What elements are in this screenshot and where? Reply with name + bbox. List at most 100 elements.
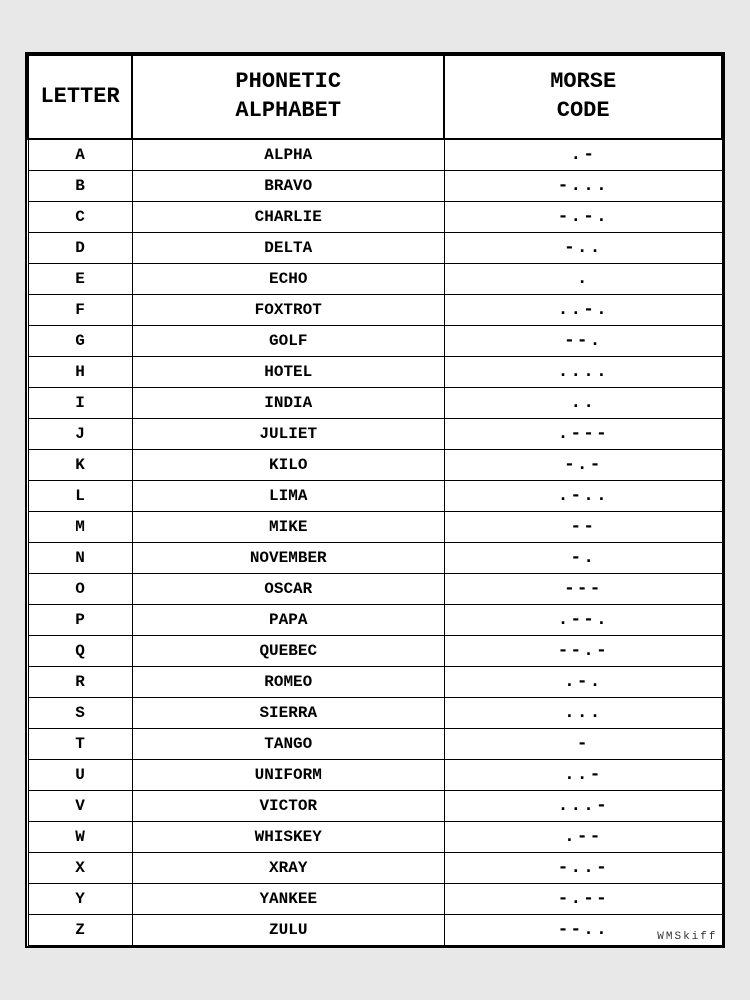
- cell-morse: -...: [444, 170, 722, 201]
- cell-phonetic: KILO: [132, 449, 444, 480]
- table-row: MMIKE--: [28, 511, 722, 542]
- cell-phonetic: ECHO: [132, 263, 444, 294]
- cell-phonetic: NOVEMBER: [132, 542, 444, 573]
- cell-phonetic: MIKE: [132, 511, 444, 542]
- table-row: WWHISKEY.--: [28, 821, 722, 852]
- table-row: QQUEBEC--.-: [28, 635, 722, 666]
- table-row: NNOVEMBER-.: [28, 542, 722, 573]
- cell-phonetic: HOTEL: [132, 356, 444, 387]
- cell-morse: --.-: [444, 635, 722, 666]
- cell-phonetic: XRAY: [132, 852, 444, 883]
- cell-morse: ..-: [444, 759, 722, 790]
- cell-letter: F: [28, 294, 132, 325]
- cell-letter: I: [28, 387, 132, 418]
- table-row: YYANKEE-.--: [28, 883, 722, 914]
- cell-phonetic: SIERRA: [132, 697, 444, 728]
- cell-letter: V: [28, 790, 132, 821]
- cell-morse: ....: [444, 356, 722, 387]
- cell-morse: .-..: [444, 480, 722, 511]
- cell-phonetic: UNIFORM: [132, 759, 444, 790]
- table-row: IINDIA..: [28, 387, 722, 418]
- main-container: LETTER PHONETICALPHABET MORSECODE AALPHA…: [25, 52, 725, 947]
- cell-morse: ...: [444, 697, 722, 728]
- cell-letter: K: [28, 449, 132, 480]
- cell-morse: ..-.: [444, 294, 722, 325]
- cell-letter: P: [28, 604, 132, 635]
- cell-morse: -.-.: [444, 201, 722, 232]
- table-row: KKILO-.-: [28, 449, 722, 480]
- table-row: OOSCAR---: [28, 573, 722, 604]
- table-row: AALPHA.-: [28, 139, 722, 171]
- cell-letter: A: [28, 139, 132, 171]
- cell-phonetic: TANGO: [132, 728, 444, 759]
- table-row: ZZULU--..WMSkiff: [28, 914, 722, 945]
- cell-phonetic: OSCAR: [132, 573, 444, 604]
- cell-morse: -: [444, 728, 722, 759]
- table-row: EECHO.: [28, 263, 722, 294]
- cell-phonetic: CHARLIE: [132, 201, 444, 232]
- cell-letter: R: [28, 666, 132, 697]
- cell-letter: S: [28, 697, 132, 728]
- cell-phonetic: BRAVO: [132, 170, 444, 201]
- cell-letter: Y: [28, 883, 132, 914]
- cell-phonetic: FOXTROT: [132, 294, 444, 325]
- cell-letter: L: [28, 480, 132, 511]
- cell-phonetic: ZULU: [132, 914, 444, 945]
- table-row: VVICTOR...-: [28, 790, 722, 821]
- table-row: CCHARLIE-.-.: [28, 201, 722, 232]
- cell-morse: .--.: [444, 604, 722, 635]
- table-row: HHOTEL....: [28, 356, 722, 387]
- morse-code-table: LETTER PHONETICALPHABET MORSECODE AALPHA…: [27, 54, 723, 945]
- table-row: XXRAY-..-: [28, 852, 722, 883]
- cell-phonetic: JULIET: [132, 418, 444, 449]
- table-row: JJULIET.---: [28, 418, 722, 449]
- cell-phonetic: QUEBEC: [132, 635, 444, 666]
- cell-morse: ..: [444, 387, 722, 418]
- cell-morse: .--: [444, 821, 722, 852]
- cell-phonetic: ALPHA: [132, 139, 444, 171]
- cell-phonetic: YANKEE: [132, 883, 444, 914]
- cell-letter: E: [28, 263, 132, 294]
- table-row: LLIMA.-..: [28, 480, 722, 511]
- cell-letter: N: [28, 542, 132, 573]
- table-row: PPAPA.--.: [28, 604, 722, 635]
- cell-morse: -.: [444, 542, 722, 573]
- cell-morse: -.-: [444, 449, 722, 480]
- cell-morse: .-.: [444, 666, 722, 697]
- cell-letter: Z: [28, 914, 132, 945]
- table-row: RROMEO.-.: [28, 666, 722, 697]
- cell-letter: M: [28, 511, 132, 542]
- cell-morse: .: [444, 263, 722, 294]
- cell-phonetic: ROMEO: [132, 666, 444, 697]
- header-morse: MORSECODE: [444, 55, 722, 138]
- cell-letter: T: [28, 728, 132, 759]
- cell-phonetic: PAPA: [132, 604, 444, 635]
- cell-phonetic: VICTOR: [132, 790, 444, 821]
- table-row: UUNIFORM..-: [28, 759, 722, 790]
- cell-morse: .-: [444, 139, 722, 171]
- cell-phonetic: INDIA: [132, 387, 444, 418]
- cell-morse: -.--: [444, 883, 722, 914]
- cell-letter: X: [28, 852, 132, 883]
- cell-morse: ---: [444, 573, 722, 604]
- header-letter: LETTER: [28, 55, 132, 138]
- cell-morse: -..-: [444, 852, 722, 883]
- cell-letter: C: [28, 201, 132, 232]
- table-row: GGOLF--.: [28, 325, 722, 356]
- cell-morse: --.: [444, 325, 722, 356]
- cell-letter: Q: [28, 635, 132, 666]
- cell-morse: --..WMSkiff: [444, 914, 722, 945]
- cell-morse: .---: [444, 418, 722, 449]
- cell-phonetic: WHISKEY: [132, 821, 444, 852]
- cell-morse: -..: [444, 232, 722, 263]
- cell-phonetic: LIMA: [132, 480, 444, 511]
- cell-letter: D: [28, 232, 132, 263]
- cell-letter: H: [28, 356, 132, 387]
- cell-letter: J: [28, 418, 132, 449]
- table-row: DDELTA-..: [28, 232, 722, 263]
- cell-morse: --: [444, 511, 722, 542]
- watermark: WMSkiff: [657, 931, 717, 943]
- cell-letter: O: [28, 573, 132, 604]
- table-row: TTANGO-: [28, 728, 722, 759]
- cell-phonetic: DELTA: [132, 232, 444, 263]
